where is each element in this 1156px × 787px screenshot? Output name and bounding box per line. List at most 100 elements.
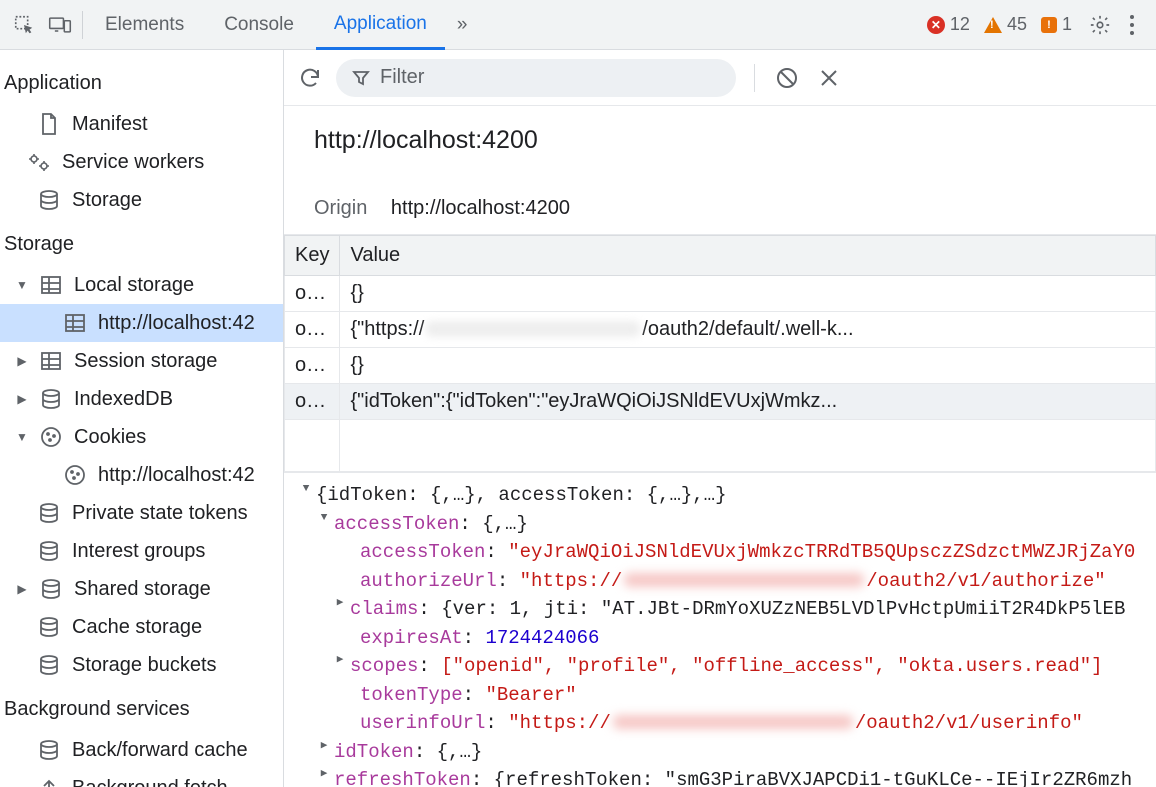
chevron-down-icon: ▼ (16, 430, 28, 444)
filter-icon (352, 69, 370, 87)
device-toolbar-icon[interactable] (46, 11, 74, 39)
chevron-right-icon[interactable]: ▶ (330, 652, 350, 669)
sidebar-item-local-storage-host[interactable]: http://localhost:42 (0, 304, 283, 342)
sidebar-item-interest-groups[interactable]: Interest groups (0, 532, 283, 570)
file-icon (36, 111, 62, 137)
sidebar-item-shared-storage[interactable]: ▶ Shared storage (0, 570, 283, 608)
table-row-selected[interactable]: okta-token-storage {"idToken":{"idToken"… (285, 384, 1156, 420)
database-icon (38, 386, 64, 412)
inspect-element-icon[interactable] (10, 11, 38, 39)
json-userinfourl[interactable]: userinfoUrl: "https:///oauth2/v1/userinf… (284, 709, 1156, 738)
json-accesstoken-value[interactable]: accessToken: "eyJraWQiOiJSNldEVUxjWmkzcT… (284, 538, 1156, 567)
kebab-menu-icon[interactable] (1118, 11, 1146, 39)
chevron-down-icon: ▼ (16, 278, 28, 292)
database-icon (36, 187, 62, 213)
tab-elements[interactable]: Elements (87, 0, 202, 50)
sidebar-item-indexeddb[interactable]: ▶ IndexedDB (0, 380, 283, 418)
database-icon (36, 500, 62, 526)
origin-block: http://localhost:4200 Origin http://loca… (284, 106, 1156, 235)
json-expiresat[interactable]: expiresAt: 1724424066 (284, 624, 1156, 653)
chevron-right-icon[interactable]: ▶ (314, 766, 334, 783)
redacted (624, 573, 864, 587)
json-viewer: ▼ {idToken: {,…}, accessToken: {,…},…} ▼… (284, 472, 1156, 787)
storage-table: Key Value okta-original-uri-storage {} o… (284, 235, 1156, 472)
chevron-right-icon: ▶ (16, 354, 28, 368)
chevron-right-icon: ▶ (16, 582, 28, 596)
table-row[interactable]: okta-shared-transaction-sto... {} (285, 348, 1156, 384)
sidebar-item-storage-buckets[interactable]: Storage buckets (0, 646, 283, 684)
sidebar-item-manifest[interactable]: Manifest (0, 105, 283, 143)
close-icon[interactable] (815, 64, 843, 92)
sidebar-item-session-storage[interactable]: ▶ Session storage (0, 342, 283, 380)
chevron-right-icon[interactable]: ▶ (330, 595, 350, 612)
table-row[interactable]: okta-original-uri-storage {} (285, 276, 1156, 312)
filter-input[interactable]: Filter (336, 59, 736, 97)
settings-icon[interactable] (1086, 11, 1114, 39)
sidebar-item-cache-storage[interactable]: Cache storage (0, 608, 283, 646)
error-count[interactable]: ✕12 (927, 14, 970, 35)
origin-value: http://localhost:4200 (391, 197, 570, 219)
upload-icon (36, 775, 62, 787)
col-key[interactable]: Key (285, 236, 340, 276)
warning-count[interactable]: 45 (984, 14, 1027, 35)
database-icon (36, 652, 62, 678)
section-background: Background services (0, 684, 283, 731)
sidebar-item-back-forward-cache[interactable]: Back/forward cache (0, 731, 283, 769)
cookie-icon (38, 424, 64, 450)
reload-icon[interactable] (298, 66, 322, 90)
json-idtoken[interactable]: ▶ idToken: {,…} (284, 738, 1156, 767)
chevron-right-icon: ▶ (16, 392, 28, 406)
json-scopes[interactable]: ▶ scopes: ["openid", "profile", "offline… (284, 652, 1156, 681)
warning-icon (984, 17, 1002, 33)
json-authorizeurl[interactable]: authorizeUrl: "https:///oauth2/v1/author… (284, 567, 1156, 596)
sidebar-item-private-state-tokens[interactable]: Private state tokens (0, 494, 283, 532)
redacted (426, 321, 640, 337)
col-value[interactable]: Value (340, 236, 1156, 276)
json-claims[interactable]: ▶ claims: {ver: 1, jti: "AT.JBt-DRmYoXUZ… (284, 595, 1156, 624)
tab-console[interactable]: Console (206, 0, 312, 50)
chevron-down-icon[interactable]: ▼ (296, 481, 316, 498)
sidebar-item-background-fetch[interactable]: Background fetch (0, 769, 283, 787)
grid-icon (38, 272, 64, 298)
origin-title: http://localhost:4200 (314, 126, 1126, 155)
table-header: Key Value (285, 236, 1156, 276)
table-row[interactable]: okta-cache-storage {"https:///oauth2/def… (285, 312, 1156, 348)
issues-icon: ! (1041, 17, 1057, 33)
left-tool-group (10, 11, 83, 39)
database-icon (36, 737, 62, 763)
block-icon[interactable] (773, 64, 801, 92)
database-icon (36, 538, 62, 564)
gears-icon (26, 149, 52, 175)
sidebar-item-cookies-host[interactable]: http://localhost:42 (0, 456, 283, 494)
error-icon: ✕ (927, 16, 945, 34)
section-storage: Storage (0, 219, 283, 266)
tab-application[interactable]: Application (316, 0, 445, 50)
application-sidebar: Application Manifest Service workers Sto… (0, 50, 284, 787)
sidebar-item-local-storage[interactable]: ▼ Local storage (0, 266, 283, 304)
devtools-tabbar: Elements Console Application » ✕12 45 !1 (0, 0, 1156, 50)
chevron-right-icon[interactable]: ▶ (314, 738, 334, 755)
sidebar-item-storage-overview[interactable]: Storage (0, 181, 283, 219)
json-refreshtoken[interactable]: ▶ refreshToken: {refreshToken: "smG3Pira… (284, 766, 1156, 787)
json-accesstoken[interactable]: ▼ accessToken: {,…} (284, 510, 1156, 539)
table-row-spacer (285, 420, 1156, 472)
separator (754, 64, 755, 92)
section-application: Application (0, 58, 283, 105)
sidebar-item-service-workers[interactable]: Service workers (0, 143, 283, 181)
cookie-icon (62, 462, 88, 488)
json-root[interactable]: ▼ {idToken: {,…}, accessToken: {,…},…} (284, 481, 1156, 510)
tab-more[interactable]: » (449, 0, 476, 50)
database-icon (36, 614, 62, 640)
sidebar-item-cookies[interactable]: ▼ Cookies (0, 418, 283, 456)
storage-toolbar: Filter (284, 50, 1156, 106)
json-tokentype[interactable]: tokenType: "Bearer" (284, 681, 1156, 710)
chevron-down-icon[interactable]: ▼ (314, 510, 334, 527)
status-counts: ✕12 45 !1 (927, 14, 1082, 35)
issues-count[interactable]: !1 (1041, 14, 1072, 35)
grid-icon (62, 310, 88, 336)
storage-pane: Filter http://localhost:4200 Origin http… (284, 50, 1156, 787)
database-icon (38, 576, 64, 602)
redacted (613, 715, 853, 729)
grid-icon (38, 348, 64, 374)
origin-label: Origin (314, 197, 367, 219)
